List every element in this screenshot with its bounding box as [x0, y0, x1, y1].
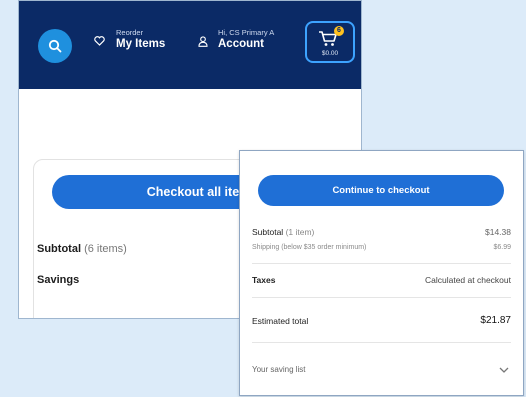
taxes-value: Calculated at checkout — [425, 275, 511, 285]
continue-to-checkout-button[interactable]: Continue to checkout — [258, 175, 504, 206]
front-subtotal-label: Subtotal — [252, 227, 284, 237]
subtotal-items: (6 items) — [84, 243, 127, 255]
my-items-label: My Items — [116, 38, 166, 50]
estimated-total-label: Estimated total — [252, 316, 309, 326]
front-subtotal-items: (1 item) — [285, 227, 315, 237]
site-header: Reorder My Items Hi, CS Primary A Accoun… — [19, 1, 361, 89]
cart-total: $0.00 — [321, 50, 339, 57]
front-subtotal-row: Subtotal (1 item) — [252, 227, 314, 237]
account-label: Account — [218, 38, 264, 50]
divider — [252, 297, 511, 298]
reorder-caption: Reorder — [116, 28, 144, 37]
checkout-summary-panel: Continue to checkout Subtotal (1 item) $… — [239, 150, 524, 396]
user-icon — [198, 36, 208, 47]
account-greeting: Hi, CS Primary A — [218, 28, 275, 37]
savings-label: Savings — [37, 274, 80, 286]
search-button[interactable] — [38, 29, 72, 63]
search-icon — [48, 39, 62, 53]
divider — [252, 263, 511, 264]
savings-list-label: Your saving list — [252, 365, 306, 374]
subtotal-label: Subtotal — [37, 243, 81, 255]
cart-count-badge: 6 — [334, 26, 344, 36]
shipping-label: Shipping (below $35 order minimum) — [252, 244, 367, 251]
heart-icon — [94, 36, 105, 46]
front-subtotal-value: $14.38 — [485, 227, 511, 237]
cart-button[interactable]: 6 $0.00 — [305, 21, 355, 63]
estimated-total-value: $21.87 — [480, 315, 511, 326]
taxes-label: Taxes — [252, 275, 276, 285]
divider — [252, 342, 511, 343]
chevron-down-icon[interactable] — [499, 367, 509, 373]
shipping-value: $6.99 — [493, 244, 511, 251]
subtotal-row: Subtotal (6 items) — [37, 243, 127, 255]
